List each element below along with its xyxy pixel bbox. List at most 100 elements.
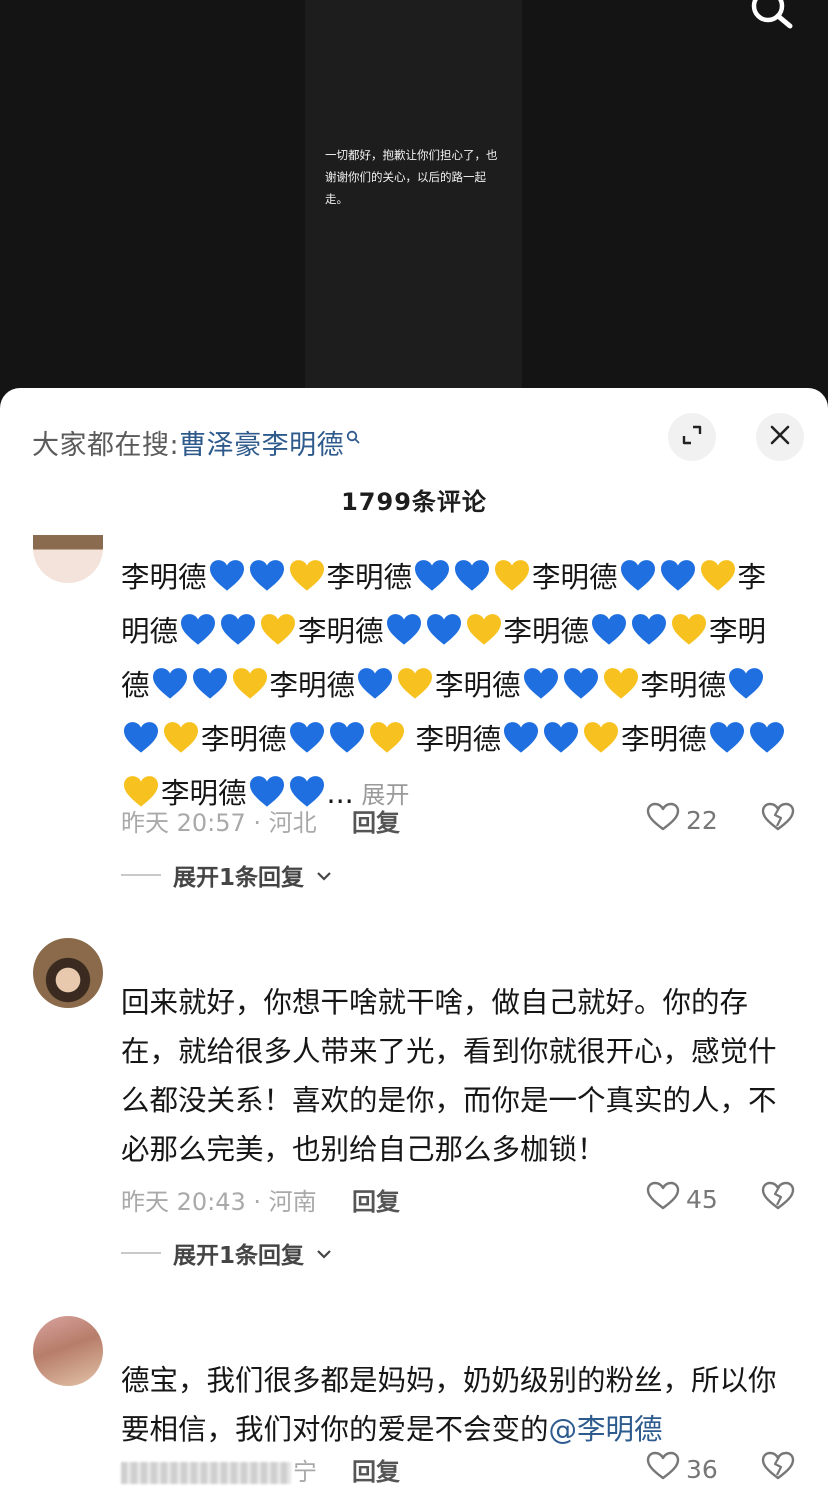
blue-heart-emoji (191, 666, 229, 715)
blue-heart-emoji (288, 720, 326, 769)
comment-time-location: 昨天 20:43 · 河南 (121, 1188, 317, 1216)
comment-text-fragment: 李明德 (503, 615, 590, 648)
fullscreen-button[interactable] (668, 413, 716, 461)
blue-heart-emoji (179, 612, 217, 661)
comment-text-fragment: 李明德 (532, 561, 618, 594)
blue-heart-emoji (122, 720, 160, 769)
comment-text-fragment: 德 (678, 723, 707, 756)
blue-heart-emoji (248, 558, 286, 607)
expand-replies-button[interactable]: 展开1条回复 (121, 1236, 332, 1270)
divider (121, 874, 161, 876)
reply-button[interactable]: 回复 (352, 1452, 400, 1487)
hot-search-prefix: 大家都在搜: (32, 430, 180, 461)
heart-outline-icon (646, 1451, 680, 1487)
mention-link[interactable]: @李明德 (549, 1413, 663, 1446)
yellow-heart-emoji (602, 666, 640, 715)
yellow-heart-emoji (670, 612, 708, 661)
location-partial: 宁 (293, 1458, 317, 1486)
avatar[interactable] (33, 938, 103, 1008)
heart-broken-icon (761, 1181, 795, 1215)
yellow-heart-emoji (493, 558, 531, 607)
blue-heart-emoji (542, 720, 580, 769)
dislike-button[interactable] (761, 802, 795, 836)
expand-replies-label: 展开1条回复 (173, 1243, 305, 1269)
hot-search-keyword[interactable]: 曹泽豪李明德 (179, 430, 344, 461)
blue-heart-emoji (727, 666, 765, 715)
heart-outline-icon (646, 802, 680, 838)
dislike-button[interactable] (761, 1181, 795, 1215)
yellow-heart-emoji (396, 666, 434, 715)
search-icon (346, 420, 360, 451)
comments-sheet: 大家都在搜:曹泽豪李明德 1799条评论 李明德 李明德 李明德 李明德 李明德 李明德李… (0, 388, 828, 1493)
comment-time-location: 宁 (121, 1452, 317, 1487)
like-button[interactable]: 22 (646, 802, 718, 838)
comment-text-fragment: 李明德 (121, 561, 207, 594)
heart-broken-icon (761, 1451, 795, 1485)
blue-heart-emoji (502, 720, 540, 769)
search-icon[interactable] (746, 0, 796, 34)
comment-text: 德宝，我们很多都是妈妈，奶奶级别的粉丝，所以你要相信，我们对你的爱是不会变的@李… (121, 1356, 793, 1454)
yellow-heart-emoji (231, 666, 269, 715)
chevron-down-icon (316, 1240, 332, 1266)
hot-search-bar[interactable]: 大家都在搜:曹泽豪李明德 (32, 420, 360, 462)
blue-heart-emoji (425, 612, 463, 661)
chevron-down-icon (316, 862, 332, 888)
like-count: 45 (686, 1184, 718, 1214)
comment-text-fragment: 李明德 (298, 615, 384, 648)
blue-heart-emoji (453, 558, 491, 607)
comment-text-fragment: 李明德 (326, 561, 413, 594)
heart-outline-icon (646, 1181, 680, 1217)
blue-heart-emoji (619, 558, 657, 607)
blue-heart-emoji (356, 666, 394, 715)
comment-text-fragment: 李明德 (269, 669, 356, 702)
reply-button[interactable]: 回复 (352, 803, 400, 838)
like-count: 36 (686, 1454, 718, 1484)
comment-text-fragment: 李明德 (406, 723, 502, 756)
expand-replies-button[interactable]: 展开1条回复 (121, 858, 332, 892)
yellow-heart-emoji (259, 612, 297, 661)
close-icon (769, 424, 791, 450)
expand-icon (680, 423, 704, 451)
video-player[interactable]: 一切都好，抱歉让你们担心了，也谢谢你们的关心，以后的路一起走。 (0, 0, 828, 400)
comments-count-title: 1799条评论 (341, 488, 487, 516)
like-count: 22 (686, 805, 718, 835)
comment-body: 德宝，我们很多都是妈妈，奶奶级别的粉丝，所以你要相信，我们对你的爱是不会变的 (121, 1364, 777, 1446)
divider (121, 1252, 161, 1254)
blue-heart-emoji (522, 666, 560, 715)
ellipsis: ... (326, 777, 354, 810)
blue-heart-emoji (328, 720, 366, 769)
comment-text-fragment: 李明 (640, 669, 698, 702)
close-button[interactable] (756, 413, 804, 461)
yellow-heart-emoji (288, 558, 326, 607)
expand-replies-label: 展开1条回复 (173, 865, 305, 891)
reply-button[interactable]: 回复 (352, 1182, 400, 1217)
heart-broken-icon (761, 802, 795, 836)
yellow-heart-emoji (582, 720, 620, 769)
blue-heart-emoji (208, 558, 246, 607)
comment-text: 回来就好，你想干啥就干啥，做自己就好。你的存在，就给很多人带来了光，看到你就很开… (121, 986, 777, 1166)
comment-text-fragment: 李明德 (435, 669, 521, 702)
blue-heart-emoji (590, 612, 628, 661)
comment-time-location: 昨天 20:57 · 河北 (121, 809, 317, 837)
dislike-button[interactable] (761, 1451, 795, 1485)
comment-text: 李明德 李明德 李明德 李明德 李明德 李明德 李明德 李明德 李明德 李明德李明德 李明德 李明德… (121, 553, 793, 823)
blue-heart-emoji (385, 612, 423, 661)
yellow-heart-emoji (699, 558, 737, 607)
blue-heart-emoji (708, 720, 746, 769)
video-caption: 一切都好，抱歉让你们担心了，也谢谢你们的关心，以后的路一起走。 (325, 148, 498, 206)
blue-heart-emoji (659, 558, 697, 607)
like-button[interactable]: 45 (646, 1181, 718, 1217)
blue-heart-emoji (630, 612, 668, 661)
comment-text-fragment: 李明 (621, 723, 679, 756)
avatar[interactable] (33, 1316, 103, 1386)
yellow-heart-emoji (162, 720, 200, 769)
blue-heart-emoji (413, 558, 451, 607)
avatar[interactable] (33, 535, 103, 583)
comment-text-fragment: 德 (697, 669, 727, 702)
comment-text-fragment: 李明德 (201, 723, 287, 756)
like-button[interactable]: 36 (646, 1451, 718, 1487)
blurred-text (121, 1462, 291, 1484)
blue-heart-emoji (219, 612, 257, 661)
yellow-heart-emoji (368, 720, 406, 769)
blue-heart-emoji (151, 666, 189, 715)
